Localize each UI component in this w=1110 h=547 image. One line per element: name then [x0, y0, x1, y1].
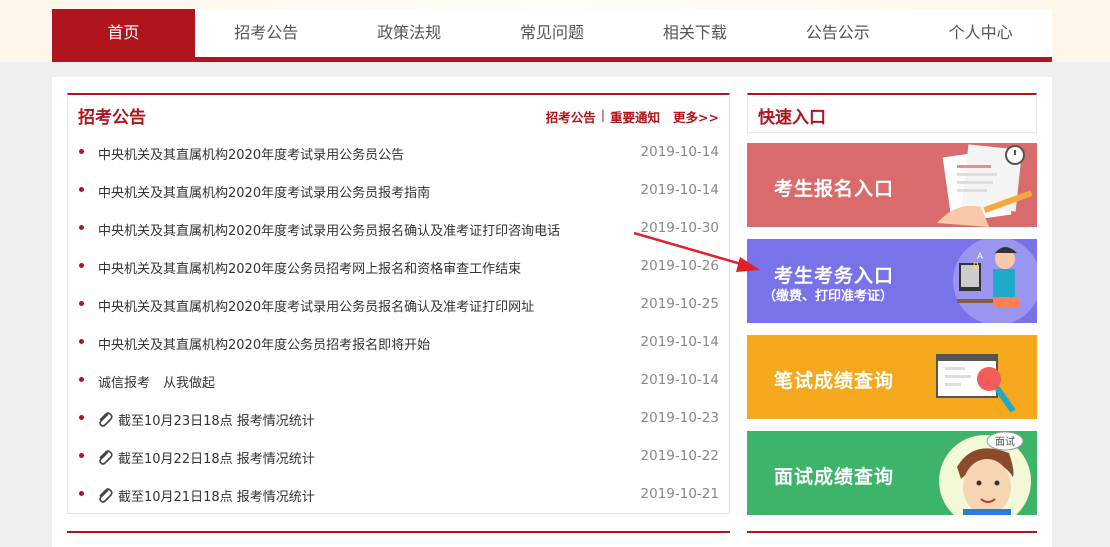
main-nav: 首页 招考公告 政策法规 常见问题 相关下载 公告公示 个人中心 [52, 9, 1052, 57]
next-panel-top-border [67, 531, 730, 533]
candidate-affairs-sub: （缴费、打印准考证） [763, 289, 894, 304]
nav-downloads[interactable]: 相关下载 [623, 9, 766, 57]
announcement-list: 中央机关及其直属机构2020年度考试录用公务员公告 2019-10-14 中央机关及… [68, 135, 729, 515]
announcement-date: 2019-10-14 [640, 182, 719, 198]
svg-text:B: B [973, 261, 979, 271]
tab-announcements[interactable]: 招考公告 [546, 107, 596, 126]
announcement-header: 招考公告 招考公告 | 重要通知 更多>> [68, 95, 729, 133]
score-magnifier-icon [936, 354, 1016, 413]
bullet-dot [79, 149, 84, 154]
interview-badge-text: 面试 [995, 435, 1015, 448]
nav-announcements[interactable]: 招考公告 [195, 9, 338, 57]
announcement-item[interactable]: 中央机关及其直属机构2020年度公务员招考网上报名和资格审查工作结束 2019-1… [68, 249, 729, 287]
bullet-dot [79, 453, 84, 458]
announcement-link[interactable]: 中央机关及其直属机构2020年度考试录用公务员报考指南 [98, 182, 430, 201]
svg-text:A: A [977, 251, 983, 261]
announcement-link[interactable]: 截至10月23日18点 报考情况统计 [118, 410, 315, 429]
bullet-dot [79, 339, 84, 344]
announcement-link[interactable]: 诚信报考 从我做起 [98, 372, 215, 391]
paperclip-icon [99, 412, 113, 427]
announcement-panel: 招考公告 招考公告 | 重要通知 更多>> 中央机关及其直属机构2020年度考试… [67, 93, 730, 514]
interview-score-button[interactable]: 面试 面试成绩查询 [747, 431, 1037, 515]
announcement-item[interactable]: 诚信报考 从我做起 2019-10-14 [68, 363, 729, 401]
announcement-date: 2019-10-25 [640, 296, 719, 312]
announcement-link[interactable]: 截至10月22日18点 报考情况统计 [118, 448, 315, 467]
announcement-date: 2019-10-21 [640, 486, 719, 502]
bullet-dot [79, 301, 84, 306]
announcement-item[interactable]: 中央机关及其直属机构2020年度考试录用公务员报考指南 2019-10-14 [68, 173, 729, 211]
announcement-date: 2019-10-14 [640, 144, 719, 160]
announcement-item[interactable]: 截至10月23日18点 报考情况统计 2019-10-23 [68, 401, 729, 439]
candidate-registration-label: 考生报名入口 [774, 178, 895, 200]
nav-policies[interactable]: 政策法规 [338, 9, 481, 57]
bullet-dot [79, 377, 84, 382]
more-link[interactable]: 更多>> [673, 107, 719, 126]
bullet-dot [79, 415, 84, 420]
nav-personal-center[interactable]: 个人中心 [909, 9, 1052, 57]
announcement-item[interactable]: 中央机关及其直属机构2020年度公务员招考报名即将开始 2019-10-14 [68, 325, 729, 363]
announcement-title: 招考公告 [78, 108, 146, 128]
announcement-date: 2019-10-30 [640, 220, 719, 236]
announcement-item[interactable]: 中央机关及其直属机构2020年度考试录用公务员公告 2019-10-14 [68, 135, 729, 173]
announcement-item[interactable]: 截至10月22日18点 报考情况统计 2019-10-22 [68, 439, 729, 477]
tab-separator: | [600, 107, 606, 122]
quick-entry-title: 快速入口 [758, 108, 826, 128]
nav-home[interactable]: 首页 [52, 9, 195, 57]
interviewer-avatar-icon: 面试 [939, 431, 1031, 515]
announcement-date: 2019-10-14 [640, 372, 719, 388]
announcement-link[interactable]: 中央机关及其直属机构2020年度公务员招考报名即将开始 [98, 334, 430, 353]
tab-important-notices[interactable]: 重要通知 [610, 107, 660, 126]
candidate-affairs-button[interactable]: A B 考生考务入口 （缴费、打印准考证） [747, 239, 1037, 323]
announcement-item[interactable]: 截至10月21日18点 报考情况统计 2019-10-21 [68, 477, 729, 515]
announcement-date: 2019-10-26 [640, 258, 719, 274]
announcement-link[interactable]: 中央机关及其直属机构2020年度考试录用公务员报名确认及准考证打印网址 [98, 296, 534, 315]
quick-entry-header: 快速入口 [747, 93, 1037, 133]
interview-score-label: 面试成绩查询 [774, 466, 895, 488]
bullet-dot [79, 225, 84, 230]
announcement-item[interactable]: 中央机关及其直属机构2020年度考试录用公务员报名确认及准考证打印咨询电话 201… [68, 211, 729, 249]
announcement-link[interactable]: 中央机关及其直属机构2020年度公务员招考网上报名和资格审查工作结束 [98, 258, 521, 277]
bullet-dot [79, 263, 84, 268]
announcement-link[interactable]: 中央机关及其直属机构2020年度考试录用公务员公告 [98, 144, 404, 163]
candidate-registration-button[interactable]: 考生报名入口 [747, 143, 1037, 227]
announcement-link[interactable]: 截至10月21日18点 报考情况统计 [118, 486, 315, 505]
announcement-item[interactable]: 中央机关及其直属机构2020年度考试录用公务员报名确认及准考证打印网址 2019-… [68, 287, 729, 325]
candidate-at-desk-icon: A B [953, 239, 1037, 323]
registration-illustration-icon [937, 144, 1033, 227]
candidate-affairs-label: 考生考务入口 [774, 265, 895, 287]
nav-underline [52, 57, 1052, 62]
announcement-date: 2019-10-14 [640, 334, 719, 350]
nav-faq[interactable]: 常见问题 [481, 9, 624, 57]
announcement-date: 2019-10-23 [640, 410, 719, 426]
paperclip-icon [99, 488, 113, 503]
written-score-label: 笔试成绩查询 [774, 370, 895, 392]
announcement-link[interactable]: 中央机关及其直属机构2020年度考试录用公务员报名确认及准考证打印咨询电话 [98, 220, 560, 239]
bullet-dot [79, 187, 84, 192]
paperclip-icon [99, 450, 113, 465]
announcement-date: 2019-10-22 [640, 448, 719, 464]
nav-notices[interactable]: 公告公示 [766, 9, 909, 57]
written-score-button[interactable]: 笔试成绩查询 [747, 335, 1037, 419]
announcement-tabs: 招考公告 | 重要通知 更多>> [546, 107, 719, 126]
bullet-dot [79, 491, 84, 496]
next-quick-panel-top-border [747, 531, 1037, 533]
